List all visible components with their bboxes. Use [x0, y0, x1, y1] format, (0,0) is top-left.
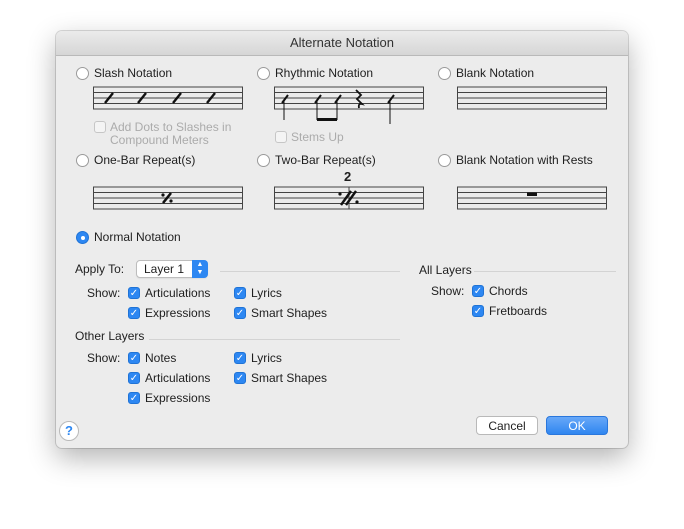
chords-label[interactable]: Chords — [489, 284, 528, 298]
dialog-title: Alternate Notation — [56, 31, 628, 56]
add-dots-checkbox[interactable] — [94, 121, 106, 133]
stems-up-checkbox[interactable] — [275, 131, 287, 143]
other-lyrics-label[interactable]: Lyrics — [251, 351, 282, 365]
lyrics-label[interactable]: Lyrics — [251, 286, 282, 300]
normal-notation-label[interactable]: Normal Notation — [94, 230, 181, 244]
other-lyrics-checkbox[interactable]: ✓ — [234, 352, 246, 364]
blank-notation-rests-radio[interactable] — [438, 154, 451, 167]
one-bar-repeat-preview — [93, 186, 243, 210]
ok-button[interactable]: OK — [546, 416, 608, 435]
rhythmic-notation-preview — [274, 86, 424, 124]
other-smart-shapes-checkbox[interactable]: ✓ — [234, 372, 246, 384]
normal-notation-radio[interactable] — [76, 231, 89, 244]
slash-notation-label[interactable]: Slash Notation — [94, 66, 172, 80]
other-layers-heading: Other Layers — [75, 329, 145, 343]
alternate-notation-dialog: Alternate Notation Slash Notation Add Do… — [56, 31, 628, 448]
help-button[interactable]: ? — [59, 421, 79, 441]
blank-notation-rests-preview — [457, 186, 607, 210]
slash-notation-radio[interactable] — [76, 67, 89, 80]
one-bar-repeat-label[interactable]: One-Bar Repeat(s) — [94, 153, 195, 167]
add-dots-label-line1: Add Dots to Slashes in — [110, 120, 232, 134]
lyrics-checkbox[interactable]: ✓ — [234, 287, 246, 299]
other-articulations-checkbox[interactable]: ✓ — [128, 372, 140, 384]
apply-to-value: Layer 1 — [144, 262, 185, 276]
slash-notation-preview — [93, 86, 243, 110]
other-expressions-checkbox[interactable]: ✓ — [128, 392, 140, 404]
rhythmic-notation-label[interactable]: Rhythmic Notation — [275, 66, 373, 80]
rhythmic-notation-radio[interactable] — [257, 67, 270, 80]
chords-checkbox[interactable]: ✓ — [472, 285, 484, 297]
updown-arrows-icon: ▲ ▼ — [192, 260, 208, 278]
apply-to-popup[interactable]: Layer 1 ▲ ▼ — [136, 260, 208, 278]
all-layers-show-label: Show: — [431, 284, 465, 298]
all-layers-heading: All Layers — [419, 263, 472, 277]
fretboards-label[interactable]: Fretboards — [489, 304, 547, 318]
articulations-label[interactable]: Articulations — [145, 286, 210, 300]
one-bar-repeat-radio[interactable] — [76, 154, 89, 167]
two-bar-repeat-radio[interactable] — [257, 154, 270, 167]
two-bar-number: 2 — [344, 169, 352, 184]
stems-up-label: Stems Up — [291, 130, 344, 144]
other-expressions-label[interactable]: Expressions — [145, 391, 210, 405]
blank-notation-rests-label[interactable]: Blank Notation with Rests — [456, 153, 593, 167]
other-layers-show-label: Show: — [87, 351, 121, 365]
other-smart-shapes-label[interactable]: Smart Shapes — [251, 371, 327, 385]
blank-notation-preview — [457, 86, 607, 110]
layer-show-label: Show: — [87, 286, 121, 300]
cancel-button[interactable]: Cancel — [476, 416, 538, 435]
other-layers-separator — [149, 339, 400, 340]
fretboards-checkbox[interactable]: ✓ — [472, 305, 484, 317]
smart-shapes-label[interactable]: Smart Shapes — [251, 306, 327, 320]
other-notes-label[interactable]: Notes — [145, 351, 176, 365]
articulations-checkbox[interactable]: ✓ — [128, 287, 140, 299]
add-dots-label-line2: Compound Meters — [110, 133, 209, 147]
all-layers-separator — [474, 271, 616, 272]
expressions-label[interactable]: Expressions — [145, 306, 210, 320]
two-bar-repeat-preview — [274, 186, 424, 210]
smart-shapes-checkbox[interactable]: ✓ — [234, 307, 246, 319]
two-bar-repeat-label[interactable]: Two-Bar Repeat(s) — [275, 153, 376, 167]
expressions-checkbox[interactable]: ✓ — [128, 307, 140, 319]
other-notes-checkbox[interactable]: ✓ — [128, 352, 140, 364]
other-articulations-label[interactable]: Articulations — [145, 371, 210, 385]
apply-to-separator — [220, 271, 400, 272]
apply-to-label: Apply To: — [75, 262, 125, 276]
blank-notation-label[interactable]: Blank Notation — [456, 66, 534, 80]
blank-notation-radio[interactable] — [438, 67, 451, 80]
